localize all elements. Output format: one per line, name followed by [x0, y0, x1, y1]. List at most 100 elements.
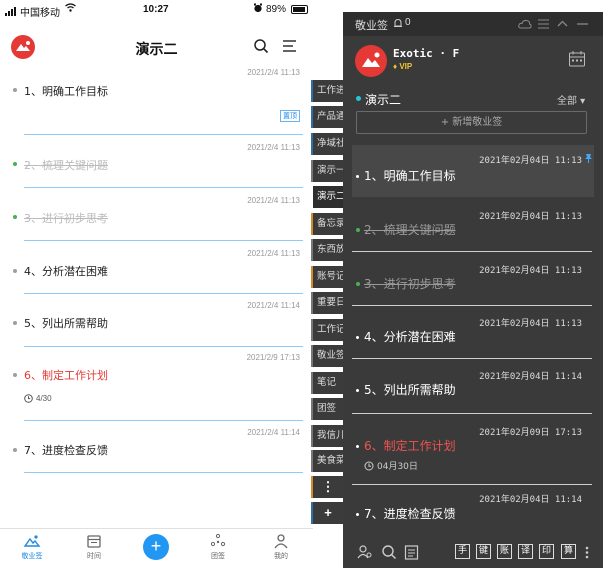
collapse-icon[interactable]: [557, 20, 568, 27]
add-note-button[interactable]: + 新增敬业签: [356, 111, 587, 134]
item-text: 2、梳理关键问题: [24, 159, 108, 172]
item-date: 2021年02月04日 11:13: [479, 156, 582, 166]
more-options-icon[interactable]: [585, 546, 589, 559]
status-dot: [13, 373, 17, 377]
due-date: 04月30日: [364, 459, 418, 472]
menu-icon[interactable]: [538, 19, 549, 29]
note-item[interactable]: 2021年02月04日 11:13 1、明确工作目标: [352, 145, 594, 197]
divider: [24, 187, 303, 188]
add-group-button[interactable]: +: [311, 502, 343, 524]
clock-icon: [364, 461, 374, 470]
note-item[interactable]: 2021年02月04日 11:13 3、进行初步思考: [352, 255, 594, 307]
more-tabs-button[interactable]: ⋮: [311, 476, 343, 498]
divider: [24, 472, 303, 473]
search-icon[interactable]: [253, 38, 269, 54]
status-dot: [13, 269, 17, 273]
note-item[interactable]: 2021年02月04日 11:13 4、分析潜在困难: [352, 308, 594, 360]
group-tab[interactable]: 备忘录: [311, 213, 343, 235]
divider: [24, 293, 303, 294]
group-tab-active[interactable]: 演示二: [311, 186, 343, 208]
title-bar: 敬业签 0: [343, 12, 603, 36]
tab-time[interactable]: 时间: [69, 533, 119, 561]
filter-dropdown[interactable]: 全部 ▾: [557, 92, 585, 107]
item-date: 2021/2/4 11:13: [247, 196, 300, 205]
search-icon[interactable]: [381, 544, 397, 560]
contacts-icon[interactable]: [357, 544, 373, 560]
tab-jingyeqian[interactable]: 敬业签: [7, 533, 57, 561]
divider: [24, 240, 303, 241]
minimize-icon[interactable]: [577, 19, 588, 29]
account-key-button[interactable]: 账: [497, 544, 512, 559]
list-item[interactable]: 2021/2/4 11:13 2、梳理关键问题: [0, 143, 303, 193]
battery-icon: [291, 5, 308, 14]
item-date: 2021年02月04日 11:14: [479, 495, 582, 505]
group-tab[interactable]: 账号记: [311, 266, 343, 288]
status-dot: [356, 445, 359, 448]
tab-label: 时间: [87, 552, 101, 560]
status-dot: [13, 88, 17, 92]
status-dot: [356, 389, 359, 392]
hand-key-button[interactable]: 手: [455, 544, 470, 559]
group-tab[interactable]: 工作进: [311, 80, 343, 102]
notepad-icon[interactable]: [404, 544, 419, 560]
group-tab[interactable]: 演示一: [311, 160, 343, 182]
divider: [24, 420, 303, 421]
list-item[interactable]: 2021/2/4 11:14 5、列出所需帮助: [0, 301, 303, 351]
add-button[interactable]: +: [143, 534, 169, 560]
filter-label: 全部: [557, 96, 577, 107]
item-date: 2021年02月09日 17:13: [479, 428, 582, 438]
done-dot: [356, 282, 360, 286]
list-item[interactable]: 2021/2/4 11:13 3、进行初步思考: [0, 196, 303, 246]
alarm-icon: [254, 3, 262, 13]
shortcut-key-button[interactable]: 键: [476, 544, 491, 559]
group-tab[interactable]: 东西放: [311, 239, 343, 261]
group-tab[interactable]: 净域社: [311, 133, 343, 155]
item-text: 1、明确工作目标: [24, 85, 108, 98]
bottom-tab-bar: 敬业签 时间 + 团签 我的: [0, 528, 313, 570]
item-text: 1、明确工作目标: [364, 169, 456, 183]
bottom-toolbar: 手 键 账 译 印 算: [343, 536, 603, 568]
status-dot: [13, 448, 17, 452]
group-tab[interactable]: 重要日: [311, 292, 343, 314]
print-key-button[interactable]: 印: [539, 544, 554, 559]
divider: [352, 305, 592, 306]
divider: [352, 358, 592, 359]
tab-mine[interactable]: 我的: [256, 533, 306, 561]
menu-icon[interactable]: [283, 40, 297, 52]
translate-key-button[interactable]: 译: [518, 544, 533, 559]
group-tab[interactable]: 我信儿: [311, 425, 343, 447]
group-tab[interactable]: 笔记: [311, 372, 343, 394]
item-text: 7、进度检查反馈: [24, 444, 108, 457]
note-item[interactable]: 2021年02月09日 17:13 6、制定工作计划 04月30日: [352, 417, 594, 487]
note-item[interactable]: 2021年02月04日 11:13 2、梳理关键问题: [352, 201, 594, 253]
vip-label: VIP: [399, 62, 413, 71]
logo-icon: [362, 52, 380, 67]
group-tab[interactable]: 工作记: [311, 319, 343, 341]
calculator-key-button[interactable]: 算: [561, 544, 576, 559]
group-tab[interactable]: 团签: [311, 398, 343, 420]
user-avatar[interactable]: [355, 45, 387, 77]
user-name: Exotic · F: [393, 47, 460, 60]
list-item[interactable]: 2021/2/4 11:13 1、明确工作目标 置顶: [0, 68, 303, 136]
group-tab[interactable]: 敬业签: [311, 345, 343, 367]
list-item[interactable]: 2021/2/4 11:14 7、进度检查反馈: [0, 428, 303, 478]
item-text: 6、制定工作计划: [24, 369, 108, 382]
bell-icon[interactable]: [393, 18, 403, 29]
notification-count: 0: [405, 17, 411, 28]
wifi-icon: [65, 3, 76, 12]
calendar-icon[interactable]: [568, 50, 586, 68]
done-dot: [13, 162, 17, 166]
group-tab[interactable]: 产品通: [311, 106, 343, 128]
pin-icon[interactable]: [584, 153, 593, 163]
list-item[interactable]: 2021/2/9 17:13 6、制定工作计划 4/30: [0, 353, 303, 423]
note-item[interactable]: 2021年02月04日 11:14 5、列出所需帮助: [352, 361, 594, 415]
group-tab[interactable]: 美食菜: [311, 450, 343, 472]
cloud-sync-icon[interactable]: [518, 19, 532, 29]
item-text: 2、梳理关键问题: [364, 223, 456, 237]
due-date-text: 04月30日: [377, 462, 418, 472]
list-item[interactable]: 2021/2/4 11:13 4、分析潜在困难: [0, 249, 303, 299]
note-item[interactable]: 2021年02月04日 11:14 7、进度检查反馈: [352, 488, 594, 536]
item-date: 2021/2/4 11:14: [247, 428, 300, 437]
done-dot: [13, 215, 17, 219]
tab-team[interactable]: 团签: [193, 533, 243, 561]
